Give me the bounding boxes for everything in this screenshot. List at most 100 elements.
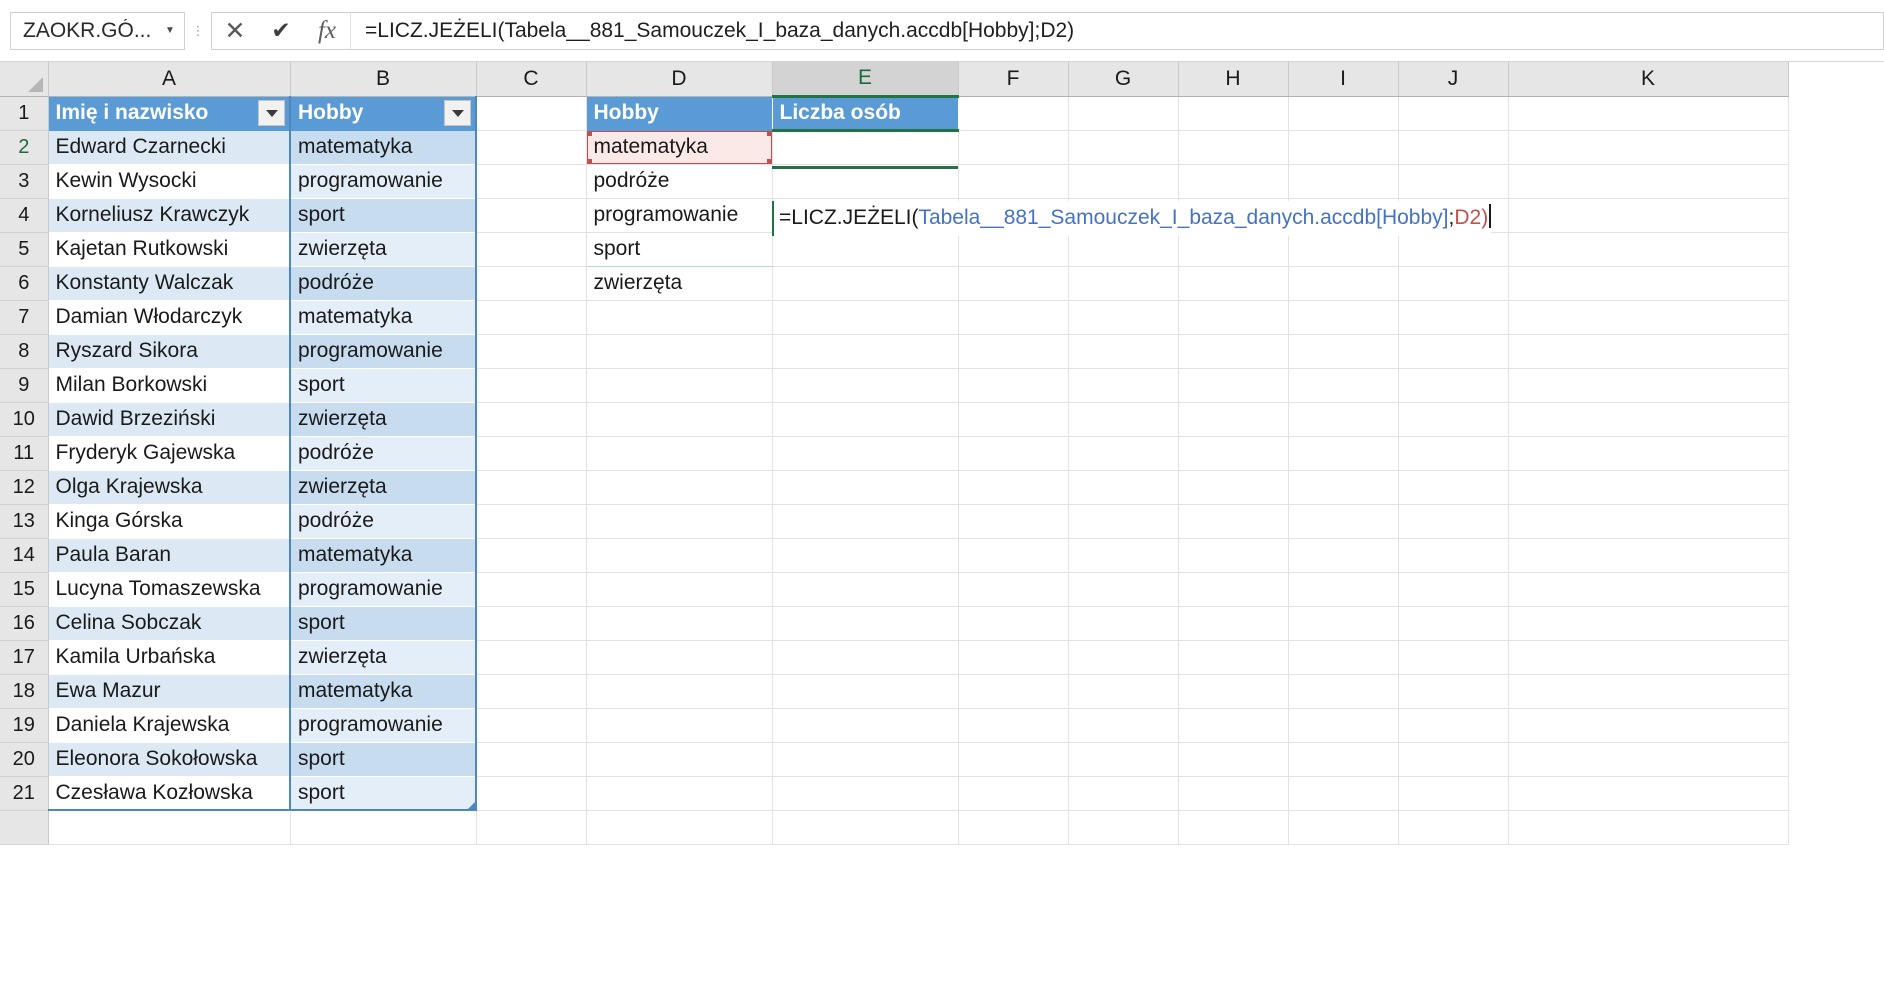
cell-A22[interactable] xyxy=(48,810,291,845)
cell-C9[interactable] xyxy=(476,368,587,403)
cell-A17[interactable]: Kamila Urbańska xyxy=(48,640,291,675)
cell-I10[interactable] xyxy=(1288,402,1399,437)
cell-D13[interactable] xyxy=(586,504,773,539)
cell-C2[interactable] xyxy=(476,130,587,165)
cell-I17[interactable] xyxy=(1288,640,1399,675)
cell-A10[interactable]: Dawid Brzeziński xyxy=(48,402,291,437)
filter-dropdown-icon-A[interactable] xyxy=(258,100,285,126)
cell-J17[interactable] xyxy=(1398,640,1509,675)
cell-E19[interactable] xyxy=(772,708,959,743)
cell-A12[interactable]: Olga Krajewska xyxy=(48,470,291,505)
cell-G18[interactable] xyxy=(1068,674,1179,709)
cell-E2[interactable] xyxy=(772,130,959,165)
cell-G1[interactable] xyxy=(1068,96,1179,131)
cell-F18[interactable] xyxy=(958,674,1069,709)
cell-H13[interactable] xyxy=(1178,504,1289,539)
cell-D2[interactable]: matematyka xyxy=(586,130,773,165)
cell-E10[interactable] xyxy=(772,402,959,437)
cell-J1[interactable] xyxy=(1398,96,1509,131)
cell-A21[interactable]: Czesława Kozłowska xyxy=(48,776,291,811)
cell-B18[interactable]: matematyka xyxy=(290,674,477,709)
cell-H9[interactable] xyxy=(1178,368,1289,403)
cell-G10[interactable] xyxy=(1068,402,1179,437)
row-header-15[interactable]: 15 xyxy=(0,572,49,607)
row-header-6[interactable]: 6 xyxy=(0,266,49,301)
cell-E8[interactable] xyxy=(772,334,959,369)
cell-E9[interactable] xyxy=(772,368,959,403)
select-all-corner[interactable] xyxy=(0,62,49,97)
ref-handle-bottom-right[interactable] xyxy=(766,158,771,163)
cell-F16[interactable] xyxy=(958,606,1069,641)
cell-F22[interactable] xyxy=(958,810,1069,845)
ref-handle-bottom-left[interactable] xyxy=(586,158,592,163)
cell-J19[interactable] xyxy=(1398,708,1509,743)
cell-G7[interactable] xyxy=(1068,300,1179,335)
column-header-J[interactable]: J xyxy=(1398,62,1509,97)
column-header-B[interactable]: B xyxy=(290,62,477,97)
row-header-20[interactable]: 20 xyxy=(0,742,49,777)
row-header-18[interactable]: 18 xyxy=(0,674,49,709)
column-header-H[interactable]: H xyxy=(1178,62,1289,97)
cell-E5[interactable] xyxy=(772,232,959,267)
cell-D1[interactable]: Hobby xyxy=(586,96,773,131)
cell-F7[interactable] xyxy=(958,300,1069,335)
cell-A14[interactable]: Paula Baran xyxy=(48,538,291,573)
row-header-13[interactable]: 13 xyxy=(0,504,49,539)
cell-D10[interactable] xyxy=(586,402,773,437)
cell-E17[interactable] xyxy=(772,640,959,675)
cell-K10[interactable] xyxy=(1508,402,1789,437)
cell-H14[interactable] xyxy=(1178,538,1289,573)
cell-F15[interactable] xyxy=(958,572,1069,607)
cell-E18[interactable] xyxy=(772,674,959,709)
cell-K7[interactable] xyxy=(1508,300,1789,335)
cell-J13[interactable] xyxy=(1398,504,1509,539)
cell-I11[interactable] xyxy=(1288,436,1399,471)
row-header-8[interactable]: 8 xyxy=(0,334,49,369)
cell-G17[interactable] xyxy=(1068,640,1179,675)
cell-J22[interactable] xyxy=(1398,810,1509,845)
cell-C11[interactable] xyxy=(476,436,587,471)
cell-A2[interactable]: Edward Czarnecki xyxy=(48,130,291,165)
cell-C20[interactable] xyxy=(476,742,587,777)
cell-H19[interactable] xyxy=(1178,708,1289,743)
cell-K6[interactable] xyxy=(1508,266,1789,301)
row-header-19[interactable]: 19 xyxy=(0,708,49,743)
cell-K1[interactable] xyxy=(1508,96,1789,131)
cell-E6[interactable] xyxy=(772,266,959,301)
row-header-1[interactable]: 1 xyxy=(0,96,49,131)
cell-D14[interactable] xyxy=(586,538,773,573)
cell-A3[interactable]: Kewin Wysocki xyxy=(48,164,291,199)
cell-K20[interactable] xyxy=(1508,742,1789,777)
cell-J2[interactable] xyxy=(1398,130,1509,165)
cell-C15[interactable] xyxy=(476,572,587,607)
cell-F2[interactable] xyxy=(958,130,1069,165)
cell-D21[interactable] xyxy=(586,776,773,811)
cell-B20[interactable]: sport xyxy=(290,742,477,777)
cell-F19[interactable] xyxy=(958,708,1069,743)
cell-A7[interactable]: Damian Włodarczyk xyxy=(48,300,291,335)
row-header-17[interactable]: 17 xyxy=(0,640,49,675)
cell-A6[interactable]: Konstanty Walczak xyxy=(48,266,291,301)
cell-K21[interactable] xyxy=(1508,776,1789,811)
cell-B15[interactable]: programowanie xyxy=(290,572,477,607)
cell-G15[interactable] xyxy=(1068,572,1179,607)
cell-C16[interactable] xyxy=(476,606,587,641)
cell-E11[interactable] xyxy=(772,436,959,471)
cell-C13[interactable] xyxy=(476,504,587,539)
row-header-11[interactable]: 11 xyxy=(0,436,49,471)
cell-B10[interactable]: zwierzęta xyxy=(290,402,477,437)
cell-K19[interactable] xyxy=(1508,708,1789,743)
cell-C21[interactable] xyxy=(476,776,587,811)
cell-A4[interactable]: Korneliusz Krawczyk xyxy=(48,198,291,233)
cell-I3[interactable] xyxy=(1288,164,1399,199)
cell-A15[interactable]: Lucyna Tomaszewska xyxy=(48,572,291,607)
cell-F14[interactable] xyxy=(958,538,1069,573)
cell-J12[interactable] xyxy=(1398,470,1509,505)
cell-J8[interactable] xyxy=(1398,334,1509,369)
cell-F10[interactable] xyxy=(958,402,1069,437)
cell-F21[interactable] xyxy=(958,776,1069,811)
cell-I18[interactable] xyxy=(1288,674,1399,709)
row-header-9[interactable]: 9 xyxy=(0,368,49,403)
active-cell-editor[interactable]: =LICZ.JEŻELI(Tabela__881_Samouczek_I_baz… xyxy=(772,201,1492,236)
cell-J10[interactable] xyxy=(1398,402,1509,437)
